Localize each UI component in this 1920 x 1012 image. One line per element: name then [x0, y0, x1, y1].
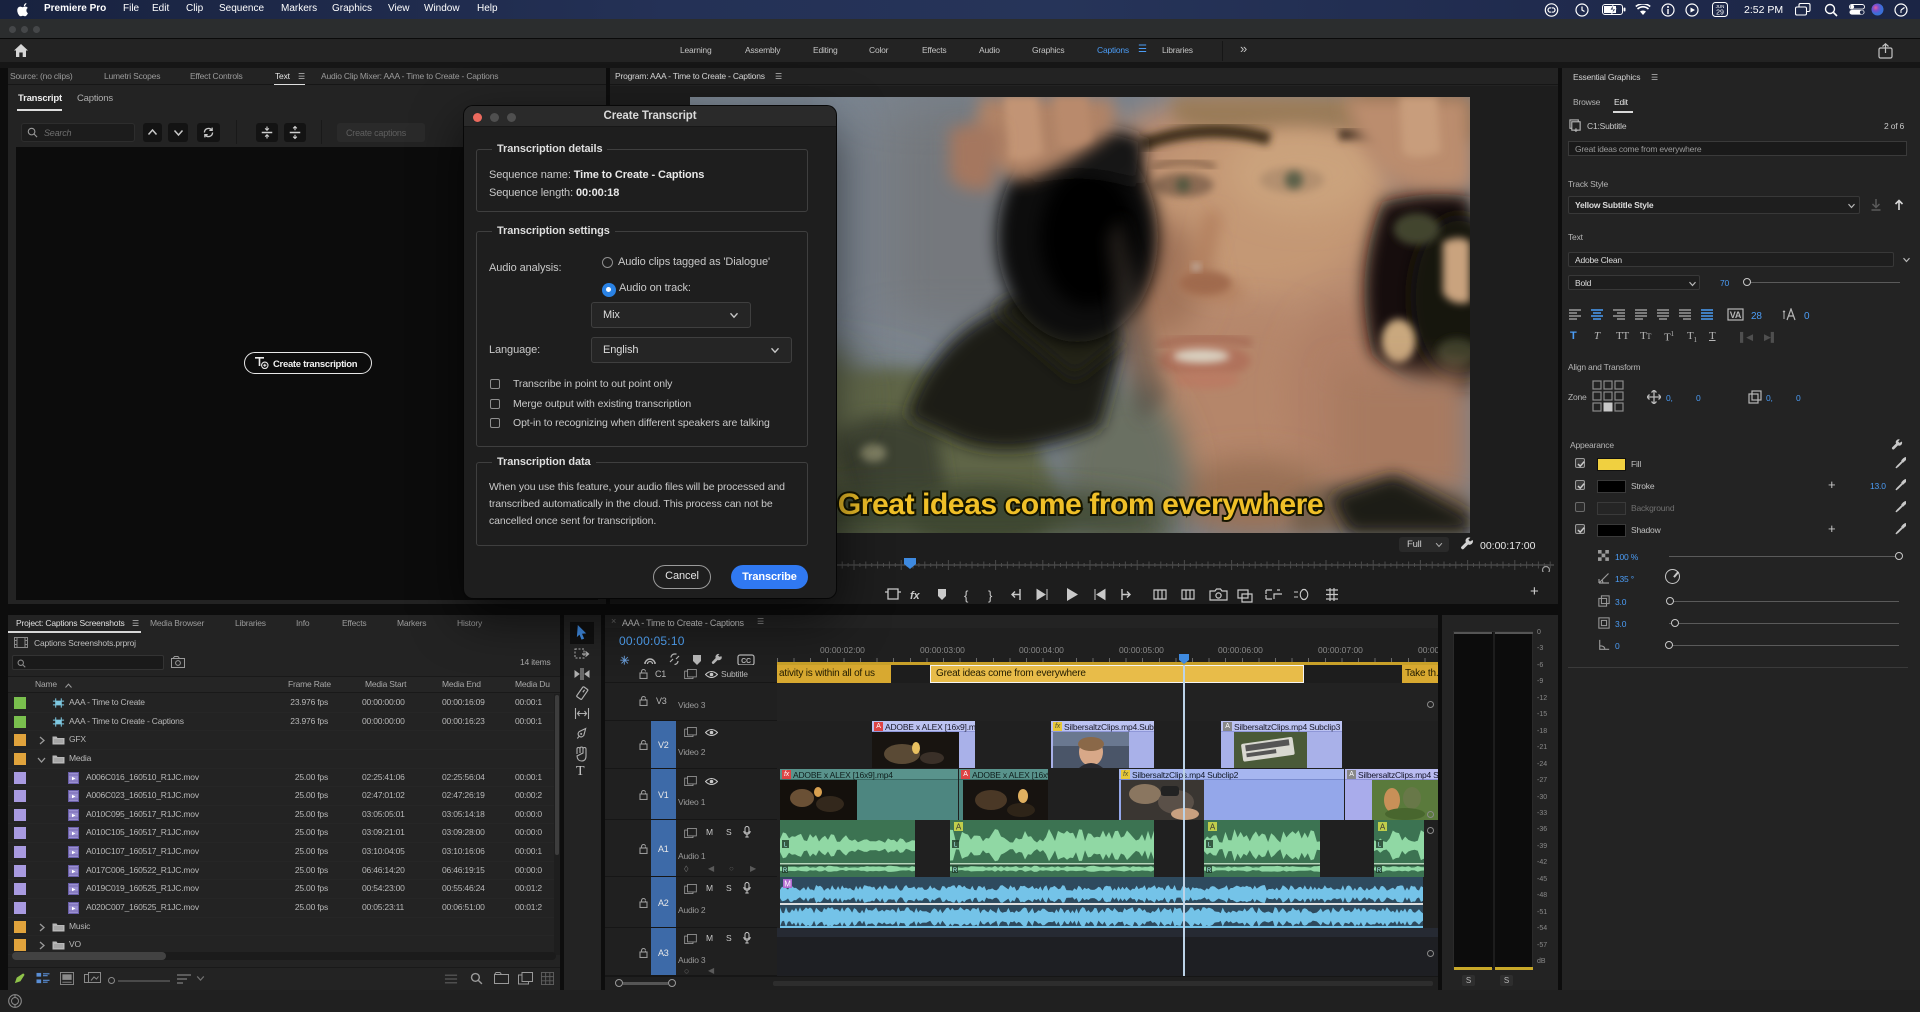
svg-text:}: } [988, 588, 993, 603]
svg-text:A: A [1380, 823, 1386, 832]
svg-text:{: { [964, 588, 969, 603]
svg-text:28: 28 [1751, 311, 1762, 322]
svg-text:M: M [784, 880, 791, 889]
svg-text:29: 29 [1716, 10, 1724, 17]
svg-text:0: 0 [1804, 311, 1810, 322]
svg-text:VA: VA [1730, 310, 1742, 320]
svg-text:fx: fx [910, 590, 920, 602]
svg-text:CC: CC [741, 658, 751, 665]
svg-text:JUN: JUN [1716, 4, 1725, 9]
svg-text:A: A [1210, 823, 1216, 832]
svg-text:A: A [956, 823, 962, 832]
svg-text:Great ideas come from everywhe: Great ideas come from everywhere [838, 488, 1323, 521]
